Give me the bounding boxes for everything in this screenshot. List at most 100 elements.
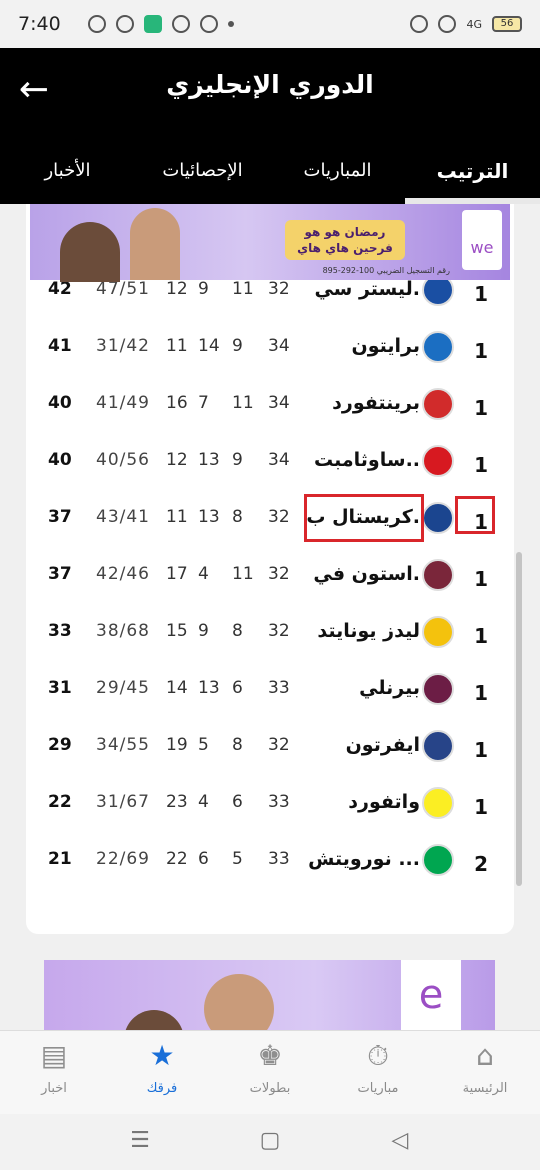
played-cell: 33 (268, 678, 290, 698)
nav-tournaments[interactable]: ♚ بطولات (220, 1031, 320, 1115)
position-change: 1 (474, 567, 488, 591)
draws-cell: 4 (198, 564, 209, 584)
battery-icon: 56 (492, 16, 522, 32)
ad-banner-top[interactable]: رمضان هو هو فرحين هاي هاي رقم التسجيل ال… (30, 204, 510, 282)
team-name[interactable]: بيرنلي (359, 660, 420, 717)
draws-cell: 13 (198, 678, 220, 698)
position-change: 1 (474, 453, 488, 477)
points-cell: 31 (48, 678, 72, 698)
table-row[interactable]: 21 22/69 22 6 5 33 نورويتش ... 2 (26, 831, 514, 888)
points-cell: 33 (48, 621, 72, 641)
ad-person-image (124, 1010, 184, 1030)
wins-cell: 8 (232, 507, 243, 527)
draws-cell: 6 (198, 849, 209, 869)
tab-news[interactable]: الأخبار (0, 132, 135, 204)
telegram-icon (116, 15, 134, 33)
played-cell: 34 (268, 450, 290, 470)
team-name[interactable]: استون في. (313, 546, 420, 603)
table-row[interactable]: 29 34/55 19 5 8 32 ايفرتون 1 (26, 717, 514, 774)
played-cell: 34 (268, 393, 290, 413)
app-notification-icon (144, 15, 162, 33)
points-cell: 22 (48, 792, 72, 812)
nav-label: بطولات (249, 1081, 291, 1096)
position-change: 1 (474, 624, 488, 648)
position-change: 1 (474, 738, 488, 762)
position-change: 1 (474, 339, 488, 363)
goals-cell: 31/67 (96, 792, 150, 812)
ad-person-image (130, 208, 180, 280)
wins-cell: 11 (232, 393, 254, 413)
back-button-icon[interactable]: ◁ (385, 1126, 415, 1156)
standings-table: 4340/5513101134نيوكاسل94247/511291132ليس… (26, 217, 514, 888)
nav-label: فرقك (146, 1081, 178, 1096)
wins-cell: 9 (232, 336, 243, 356)
wins-cell: 6 (232, 678, 243, 698)
team-crest-icon (422, 616, 454, 648)
we-logo: we (462, 210, 502, 270)
table-row[interactable]: 40 41/49 16 7 11 34 برينتفورد 1 (26, 375, 514, 432)
table-row[interactable]: 40 40/56 12 13 9 34 ساوثامبت.. 1 (26, 432, 514, 489)
news-icon: ▤ (40, 1039, 68, 1072)
home-button-icon[interactable]: ▢ (255, 1126, 285, 1156)
mute-icon (438, 15, 457, 33)
team-crest-icon (422, 730, 454, 762)
draws-cell: 13 (198, 450, 220, 470)
goals-cell: 38/68 (96, 621, 150, 641)
draws-cell: 13 (198, 507, 220, 527)
position-change: 2 (474, 852, 488, 876)
losses-cell: 16 (166, 393, 188, 413)
bottom-nav: ⌂ الرئيسية ⏱ مباريات ♚ بطولات ★ فرقك ▤ ا… (0, 1030, 540, 1114)
table-row[interactable]: 31 29/45 14 13 6 33 بيرنلي 1 (26, 660, 514, 717)
tab-matches[interactable]: المباريات (270, 132, 405, 204)
more-notifications-icon (228, 21, 234, 27)
tab-stats[interactable]: الإحصائيات (135, 132, 270, 204)
table-row[interactable]: 41 31/42 11 14 9 34 برايتون 1 (26, 318, 514, 375)
position-change: 1 (474, 396, 488, 420)
table-row[interactable]: 33 38/68 15 9 8 32 ليدز يونايتد 1 (26, 603, 514, 660)
draws-cell: 9 (198, 621, 209, 641)
nav-label: الرئيسية (462, 1081, 508, 1096)
nav-home[interactable]: ⌂ الرئيسية (435, 1031, 535, 1115)
points-cell: 40 (48, 393, 72, 413)
recent-apps-icon[interactable]: ☰ (125, 1126, 155, 1156)
team-name[interactable]: نورويتش ... (308, 831, 420, 888)
points-cell: 29 (48, 735, 72, 755)
team-name[interactable]: واتفورد (348, 774, 420, 831)
points-cell: 40 (48, 450, 72, 470)
team-crest-icon (422, 787, 454, 819)
team-name[interactable]: برايتون (352, 318, 421, 375)
played-cell: 33 (268, 849, 290, 869)
ad-banner-bottom[interactable]: e (44, 960, 495, 1030)
team-crest-icon (422, 844, 454, 876)
losses-cell: 11 (166, 336, 188, 356)
wins-cell: 6 (232, 792, 243, 812)
nav-matches[interactable]: ⏱ مباريات (328, 1031, 428, 1115)
goals-cell: 40/56 (96, 450, 150, 470)
snapchat-icon (172, 15, 190, 33)
nav-my-teams[interactable]: ★ فرقك (112, 1031, 212, 1115)
team-name[interactable]: ايفرتون (346, 717, 420, 774)
team-crest-icon (422, 673, 454, 705)
losses-cell: 17 (166, 564, 188, 584)
position-change: 1 (474, 795, 488, 819)
system-nav-bar: ☰ ▢ ◁ (0, 1114, 540, 1170)
nav-news[interactable]: ▤ اخبار (4, 1031, 104, 1115)
played-cell: 32 (268, 507, 290, 527)
table-row[interactable]: 22 31/67 23 4 6 33 واتفورد 1 (26, 774, 514, 831)
points-cell: 21 (48, 849, 72, 869)
team-name[interactable]: ليدز يونايتد (317, 603, 420, 660)
table-row[interactable]: 37 43/41 11 13 8 32 كريستال ب. 1 (26, 489, 514, 546)
stopwatch-icon: ⏱ (367, 1039, 389, 1072)
team-name[interactable]: برينتفورد (332, 375, 420, 432)
standings-card: 4340/5513101134نيوكاسل94247/511291132ليس… (26, 204, 514, 934)
goals-cell: 42/46 (96, 564, 150, 584)
scrollbar[interactable] (516, 552, 522, 886)
wins-cell: 9 (232, 450, 243, 470)
tab-standings[interactable]: الترتيب (405, 132, 540, 204)
points-cell: 37 (48, 564, 72, 584)
goals-cell: 29/45 (96, 678, 150, 698)
table-row[interactable]: 37 42/46 17 4 11 32 استون في. 1 (26, 546, 514, 603)
highlight-position-change (455, 496, 495, 534)
team-name[interactable]: ساوثامبت.. (314, 432, 420, 489)
alarm-icon (410, 15, 429, 33)
